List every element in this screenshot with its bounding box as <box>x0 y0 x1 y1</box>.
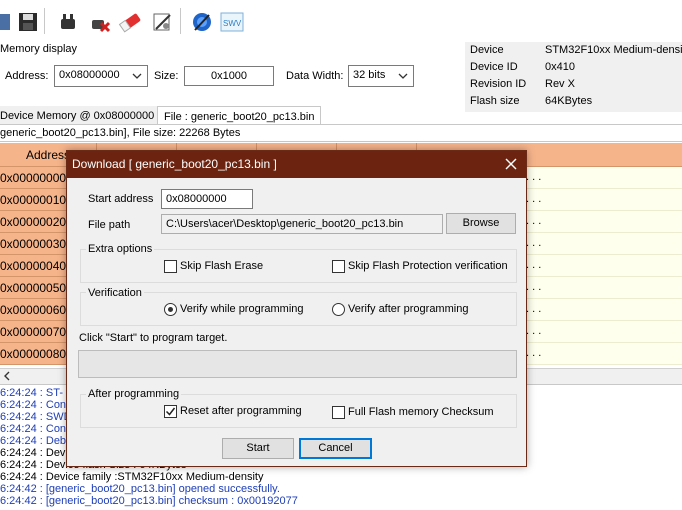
log-line: 6:24:24 : Device family :STM32F10xx Medi… <box>0 471 264 483</box>
device-info-panel: Device STM32F10xx Medium-density Device … <box>465 42 682 112</box>
swv-button[interactable]: SWV <box>220 10 244 34</box>
verification-legend: Verification <box>86 287 144 299</box>
disconnect-icon <box>92 20 111 33</box>
device-info-row: Device STM32F10xx Medium-density <box>465 42 682 59</box>
size-input[interactable]: 0x1000 <box>184 66 274 86</box>
file-info-bar: generic_boot20_pc13.bin], File size: 222… <box>0 124 682 142</box>
device-info-value: 64KBytes <box>545 95 593 107</box>
toolbar: SWV <box>0 0 682 40</box>
address-value: 0x08000000 <box>59 69 120 81</box>
data-width-value: 32 bits <box>353 69 386 81</box>
log-line: 6:24:24 : ST- <box>0 387 63 399</box>
cancel-button[interactable]: Cancel <box>299 438 372 459</box>
device-info-key: Flash size <box>470 95 520 107</box>
target-button[interactable] <box>190 10 214 34</box>
settings-icon <box>153 13 171 31</box>
program-hint-text: Click "Start" to program target. <box>79 332 228 344</box>
chevron-down-icon <box>398 73 408 79</box>
reset-after-label[interactable]: Reset after programming <box>180 405 302 417</box>
toolbar-separator <box>44 8 45 34</box>
verify-while-radio[interactable] <box>164 303 177 316</box>
target-icon <box>193 13 211 31</box>
start-button[interactable]: Start <box>222 438 294 459</box>
reset-after-checkbox[interactable] <box>164 405 177 418</box>
log-line: 6:24:42 : [generic_boot20_pc13.bin] open… <box>0 483 280 495</box>
device-info-value: 0x410 <box>545 61 575 73</box>
full-checksum-checkbox[interactable] <box>332 406 345 419</box>
svg-text:SWV: SWV <box>223 19 242 28</box>
log-line: 6:24:24 : Con <box>0 423 67 435</box>
address-combo[interactable]: 0x08000000 <box>54 65 148 87</box>
ascii-cell: . . . <box>526 237 542 249</box>
start-address-input[interactable]: 0x08000000 <box>161 189 253 209</box>
log-line: 6:24:24 : Con <box>0 399 67 411</box>
device-info-value: STM32F10xx Medium-density <box>545 44 682 56</box>
radio-selected-dot <box>168 307 173 312</box>
device-info-row: Device ID 0x410 <box>465 59 682 76</box>
device-info-key: Revision ID <box>470 78 527 90</box>
browse-button[interactable]: Browse <box>446 213 516 234</box>
data-width-combo[interactable]: 32 bits <box>348 65 414 87</box>
verify-while-label[interactable]: Verify while programming <box>180 303 304 315</box>
size-label: Size: <box>154 70 179 82</box>
erase-button[interactable] <box>118 10 142 34</box>
save-button[interactable] <box>16 10 40 34</box>
device-info-value: Rev X <box>545 78 575 90</box>
address-label: Address: <box>5 70 49 82</box>
skip-flash-protection-label[interactable]: Skip Flash Protection verification <box>348 260 508 272</box>
chevron-left-icon[interactable] <box>2 371 12 381</box>
erase-icon <box>118 13 141 33</box>
device-info-key: Device ID <box>470 61 518 73</box>
ascii-cell: . . . <box>526 215 542 227</box>
file-path-label: File path <box>88 219 131 231</box>
close-button[interactable] <box>502 155 520 173</box>
memory-display-label: Memory display <box>0 43 78 55</box>
skip-flash-protection-checkbox[interactable] <box>332 260 345 273</box>
download-dialog: Download [ generic_boot20_pc13.bin ] Sta… <box>66 150 527 467</box>
program-settings-button[interactable] <box>150 10 174 34</box>
ascii-cell: . . . <box>526 347 542 359</box>
ascii-cell: . . . <box>526 259 542 271</box>
after-programming-legend: After programming <box>86 388 182 400</box>
skip-flash-erase-label[interactable]: Skip Flash Erase <box>180 260 263 272</box>
swv-icon: SWV <box>220 12 244 32</box>
device-info-row: Flash size 64KBytes <box>465 93 682 110</box>
skip-flash-erase-checkbox[interactable] <box>164 260 177 273</box>
device-info-row: Revision ID Rev X <box>465 76 682 93</box>
toolbar-separator <box>180 8 181 34</box>
ascii-cell: . . . <box>526 325 542 337</box>
data-width-label: Data Width: <box>286 70 344 82</box>
file-path-input[interactable]: C:\Users\acer\Desktop\generic_boot20_pc1… <box>161 214 443 234</box>
device-info-key: Device <box>470 44 504 56</box>
close-icon <box>505 158 517 170</box>
connect-button[interactable] <box>56 10 80 34</box>
full-checksum-label[interactable]: Full Flash memory Checksum <box>348 406 493 418</box>
dialog-title: Download [ generic_boot20_pc13.bin ] <box>67 151 526 178</box>
ascii-cell: . . . <box>526 171 542 183</box>
verify-after-radio[interactable] <box>332 303 345 316</box>
log-line: 6:24:24 : Deb <box>0 435 67 447</box>
check-icon <box>165 407 176 416</box>
program-progress-bar <box>78 350 517 378</box>
log-line: 6:24:42 : [generic_boot20_pc13.bin] chec… <box>0 495 298 507</box>
disconnect-button[interactable] <box>88 10 112 34</box>
log-line: 6:24:24 : Devi <box>0 447 68 459</box>
ascii-cell: . . . <box>526 303 542 315</box>
log-line: 6:24:24 : SWD <box>0 411 72 423</box>
save-icon <box>19 13 37 31</box>
chevron-down-icon <box>132 73 142 79</box>
ascii-cell: . . . <box>526 281 542 293</box>
connect-plug-icon <box>61 14 75 29</box>
verify-after-label[interactable]: Verify after programming <box>348 303 468 315</box>
start-address-label: Start address <box>88 193 154 205</box>
extra-options-legend: Extra options <box>86 243 155 255</box>
ascii-cell: . . . <box>526 193 542 205</box>
